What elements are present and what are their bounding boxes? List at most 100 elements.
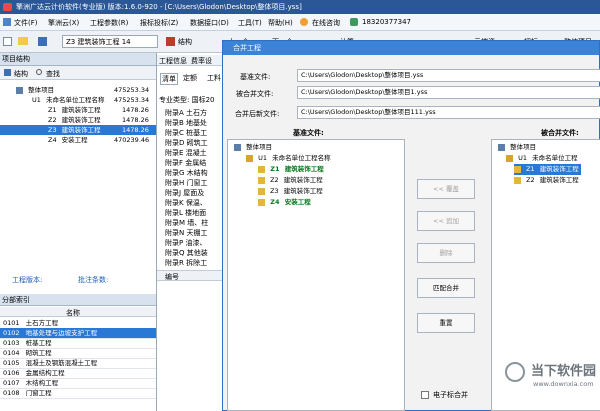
- overwrite-button[interactable]: << 覆盖: [417, 179, 475, 199]
- subtab-material[interactable]: 工料: [207, 73, 221, 83]
- tree-code: Z1: [48, 106, 57, 114]
- bill-tree-item[interactable]: 附录G 木结构: [165, 168, 208, 178]
- tree-unit-code: U1: [32, 96, 41, 104]
- tab-project-info[interactable]: 工程信息: [159, 56, 187, 66]
- watermark-url: www.downxia.com: [533, 380, 594, 388]
- base-tree-row[interactable]: Z4 安装工程: [258, 197, 311, 208]
- open-icon[interactable]: [18, 37, 28, 45]
- tree-value: 475253.34: [114, 96, 150, 104]
- base-tree-row[interactable]: Z2 建筑装饰工程: [258, 175, 323, 186]
- tree-code: Z2: [48, 116, 57, 124]
- tree-row-z4[interactable]: Z4 安装工程 470239.46: [0, 135, 156, 145]
- tree-name: 安装工程: [61, 136, 88, 144]
- subtab-bill[interactable]: 清单: [160, 73, 178, 85]
- bill-tree-item[interactable]: 附录H 门窗工: [165, 178, 208, 188]
- menu-data[interactable]: 数据接口(D): [190, 18, 229, 28]
- index-row[interactable]: 0108 门窗工程: [0, 388, 156, 399]
- menu-cloud[interactable]: 擎洲云(X): [48, 18, 79, 28]
- bill-tree-item[interactable]: 附录D 砌筑工: [165, 138, 208, 148]
- new-icon[interactable]: [3, 37, 12, 46]
- menu-online-consult[interactable]: 在线咨询: [312, 18, 340, 28]
- base-tree-code: Z4: [270, 198, 280, 206]
- tree-name: 建筑装饰工程: [61, 126, 101, 134]
- index-name: 木结构工程: [25, 379, 59, 387]
- tree-row-z3[interactable]: Z3 建筑装饰工程 1478.26: [0, 125, 156, 135]
- section-index-header: 名称: [0, 307, 156, 317]
- bill-tree-item[interactable]: 附录E 混凝土: [165, 148, 207, 158]
- col-code-header: 编号: [165, 273, 179, 281]
- menu-phone[interactable]: 18320377347: [362, 18, 411, 26]
- delete-button[interactable]: 删除: [417, 243, 475, 263]
- merge-tree-code: U1: [518, 154, 527, 162]
- bill-col-header: 编号: [157, 270, 224, 281]
- bill-tree-item[interactable]: 附录R 拆除工: [165, 258, 207, 268]
- menu-bid[interactable]: 报标投标(Z): [140, 18, 178, 28]
- merge-tree-name: 建筑装饰工程: [539, 176, 579, 184]
- base-tree-box[interactable]: 整体项目 U1 未命名单位工程名称 Z1 建筑装饰工程 Z2 建筑装饰工程 Z3…: [227, 139, 405, 411]
- merge-tree-row[interactable]: Z1 建筑装饰工程: [514, 164, 581, 175]
- base-tree-row[interactable]: U1 未命名单位工程名称: [246, 153, 331, 164]
- unit-icon: [506, 154, 513, 162]
- base-tree-code: U1: [258, 154, 267, 162]
- bill-tree-item[interactable]: 附录M 墙、柱: [165, 218, 208, 228]
- tree-row-z1[interactable]: Z1 建筑装饰工程 1478.26: [0, 105, 156, 115]
- bill-tree-item[interactable]: 附录F 金属结: [165, 158, 206, 168]
- subtab-quota[interactable]: 定额: [183, 73, 197, 83]
- tab-rate[interactable]: 费率设: [191, 56, 212, 66]
- base-tree-name: 安装工程: [284, 198, 311, 206]
- tree-value: 1478.26: [122, 116, 149, 124]
- tab-structure[interactable]: 结构: [14, 69, 28, 79]
- electronic-bid-checkbox[interactable]: [421, 391, 429, 399]
- bill-tree-item[interactable]: 附录C 桩基工: [165, 128, 207, 138]
- electronic-bid-label: 电子标合并: [433, 391, 468, 399]
- bill-tree-item[interactable]: 附录N 天棚工: [165, 228, 207, 238]
- match-merge-button[interactable]: 匹配合并: [417, 278, 475, 298]
- struct-icon: [166, 37, 175, 46]
- base-tree-row[interactable]: Z3 建筑装饰工程: [258, 186, 323, 197]
- bill-tree-item[interactable]: 附录A 土石方: [165, 108, 207, 118]
- menu-help[interactable]: 帮助(H): [268, 18, 293, 28]
- save-icon[interactable]: [38, 37, 47, 46]
- merge-tree-code: Z1: [526, 165, 535, 173]
- bill-tree-item[interactable]: 附录Q 其他装: [165, 248, 208, 258]
- search-icon: [36, 69, 42, 75]
- menu-params[interactable]: 工程参数(R): [90, 18, 128, 28]
- index-name: 混凝土及钢筋混凝土工程: [25, 359, 98, 367]
- section-index-title: 分部索引: [0, 294, 156, 306]
- merged-file-field[interactable]: C:\Users\Glodon\Desktop\整体项目1.yss: [297, 86, 600, 99]
- chat-icon: [300, 18, 308, 26]
- base-tree-title: 基准文件:: [293, 129, 324, 137]
- base-tree-row[interactable]: 整体项目: [234, 142, 272, 153]
- merged-file-label: 被合并文件:: [236, 90, 274, 98]
- base-file-field[interactable]: C:\Users\Glodon\Desktop\整体项目.yss: [297, 69, 600, 82]
- bill-tree-item[interactable]: 附录K 保温、: [165, 198, 207, 208]
- menu-file[interactable]: 文件(F): [14, 18, 38, 28]
- reset-button[interactable]: 重置: [417, 313, 475, 333]
- phone-icon: [350, 18, 358, 26]
- tree-row-u1[interactable]: U1 未命名单位工程名称 475253.34: [0, 95, 156, 105]
- merge-tree-row[interactable]: U1 未命名单位工程: [506, 153, 578, 164]
- spec-type: 专业类型: 国标20: [159, 96, 215, 104]
- merge-tree-row[interactable]: 整体项目: [498, 142, 536, 153]
- bill-tree-item[interactable]: 附录P 油漆、: [165, 238, 206, 248]
- bill-tree-item[interactable]: 附录J 屋面及: [165, 188, 204, 198]
- bill-tree-item[interactable]: 附录L 楼地面: [165, 208, 206, 218]
- base-tree-row[interactable]: Z1 建筑装饰工程: [258, 164, 324, 175]
- tree-row-z2[interactable]: Z2 建筑装饰工程 1478.26: [0, 115, 156, 125]
- base-tree-name: 建筑装饰工程: [284, 165, 324, 173]
- struct-button[interactable]: 结构: [178, 37, 192, 47]
- tab-search[interactable]: 查找: [46, 69, 60, 79]
- tree-value: 1478.26: [122, 126, 149, 134]
- tree-row-project[interactable]: 整体项目 475253.34: [0, 85, 156, 95]
- menu-tools[interactable]: 工具(T): [238, 18, 262, 28]
- append-button[interactable]: << 追加: [417, 211, 475, 231]
- file-icon: [258, 176, 265, 184]
- index-code: 0102: [3, 329, 20, 337]
- after-file-field[interactable]: C:\Users\Glodon\Desktop\整体项目111.yss: [297, 106, 600, 119]
- index-code: 0103: [3, 339, 20, 347]
- merge-tree-row[interactable]: Z2 建筑装饰工程: [514, 175, 579, 186]
- project-version-label: 工程版本:: [12, 276, 43, 284]
- file-icon: [514, 176, 521, 184]
- file-icon: [514, 165, 521, 173]
- bill-tree-item[interactable]: 附录B 地基处: [165, 118, 207, 128]
